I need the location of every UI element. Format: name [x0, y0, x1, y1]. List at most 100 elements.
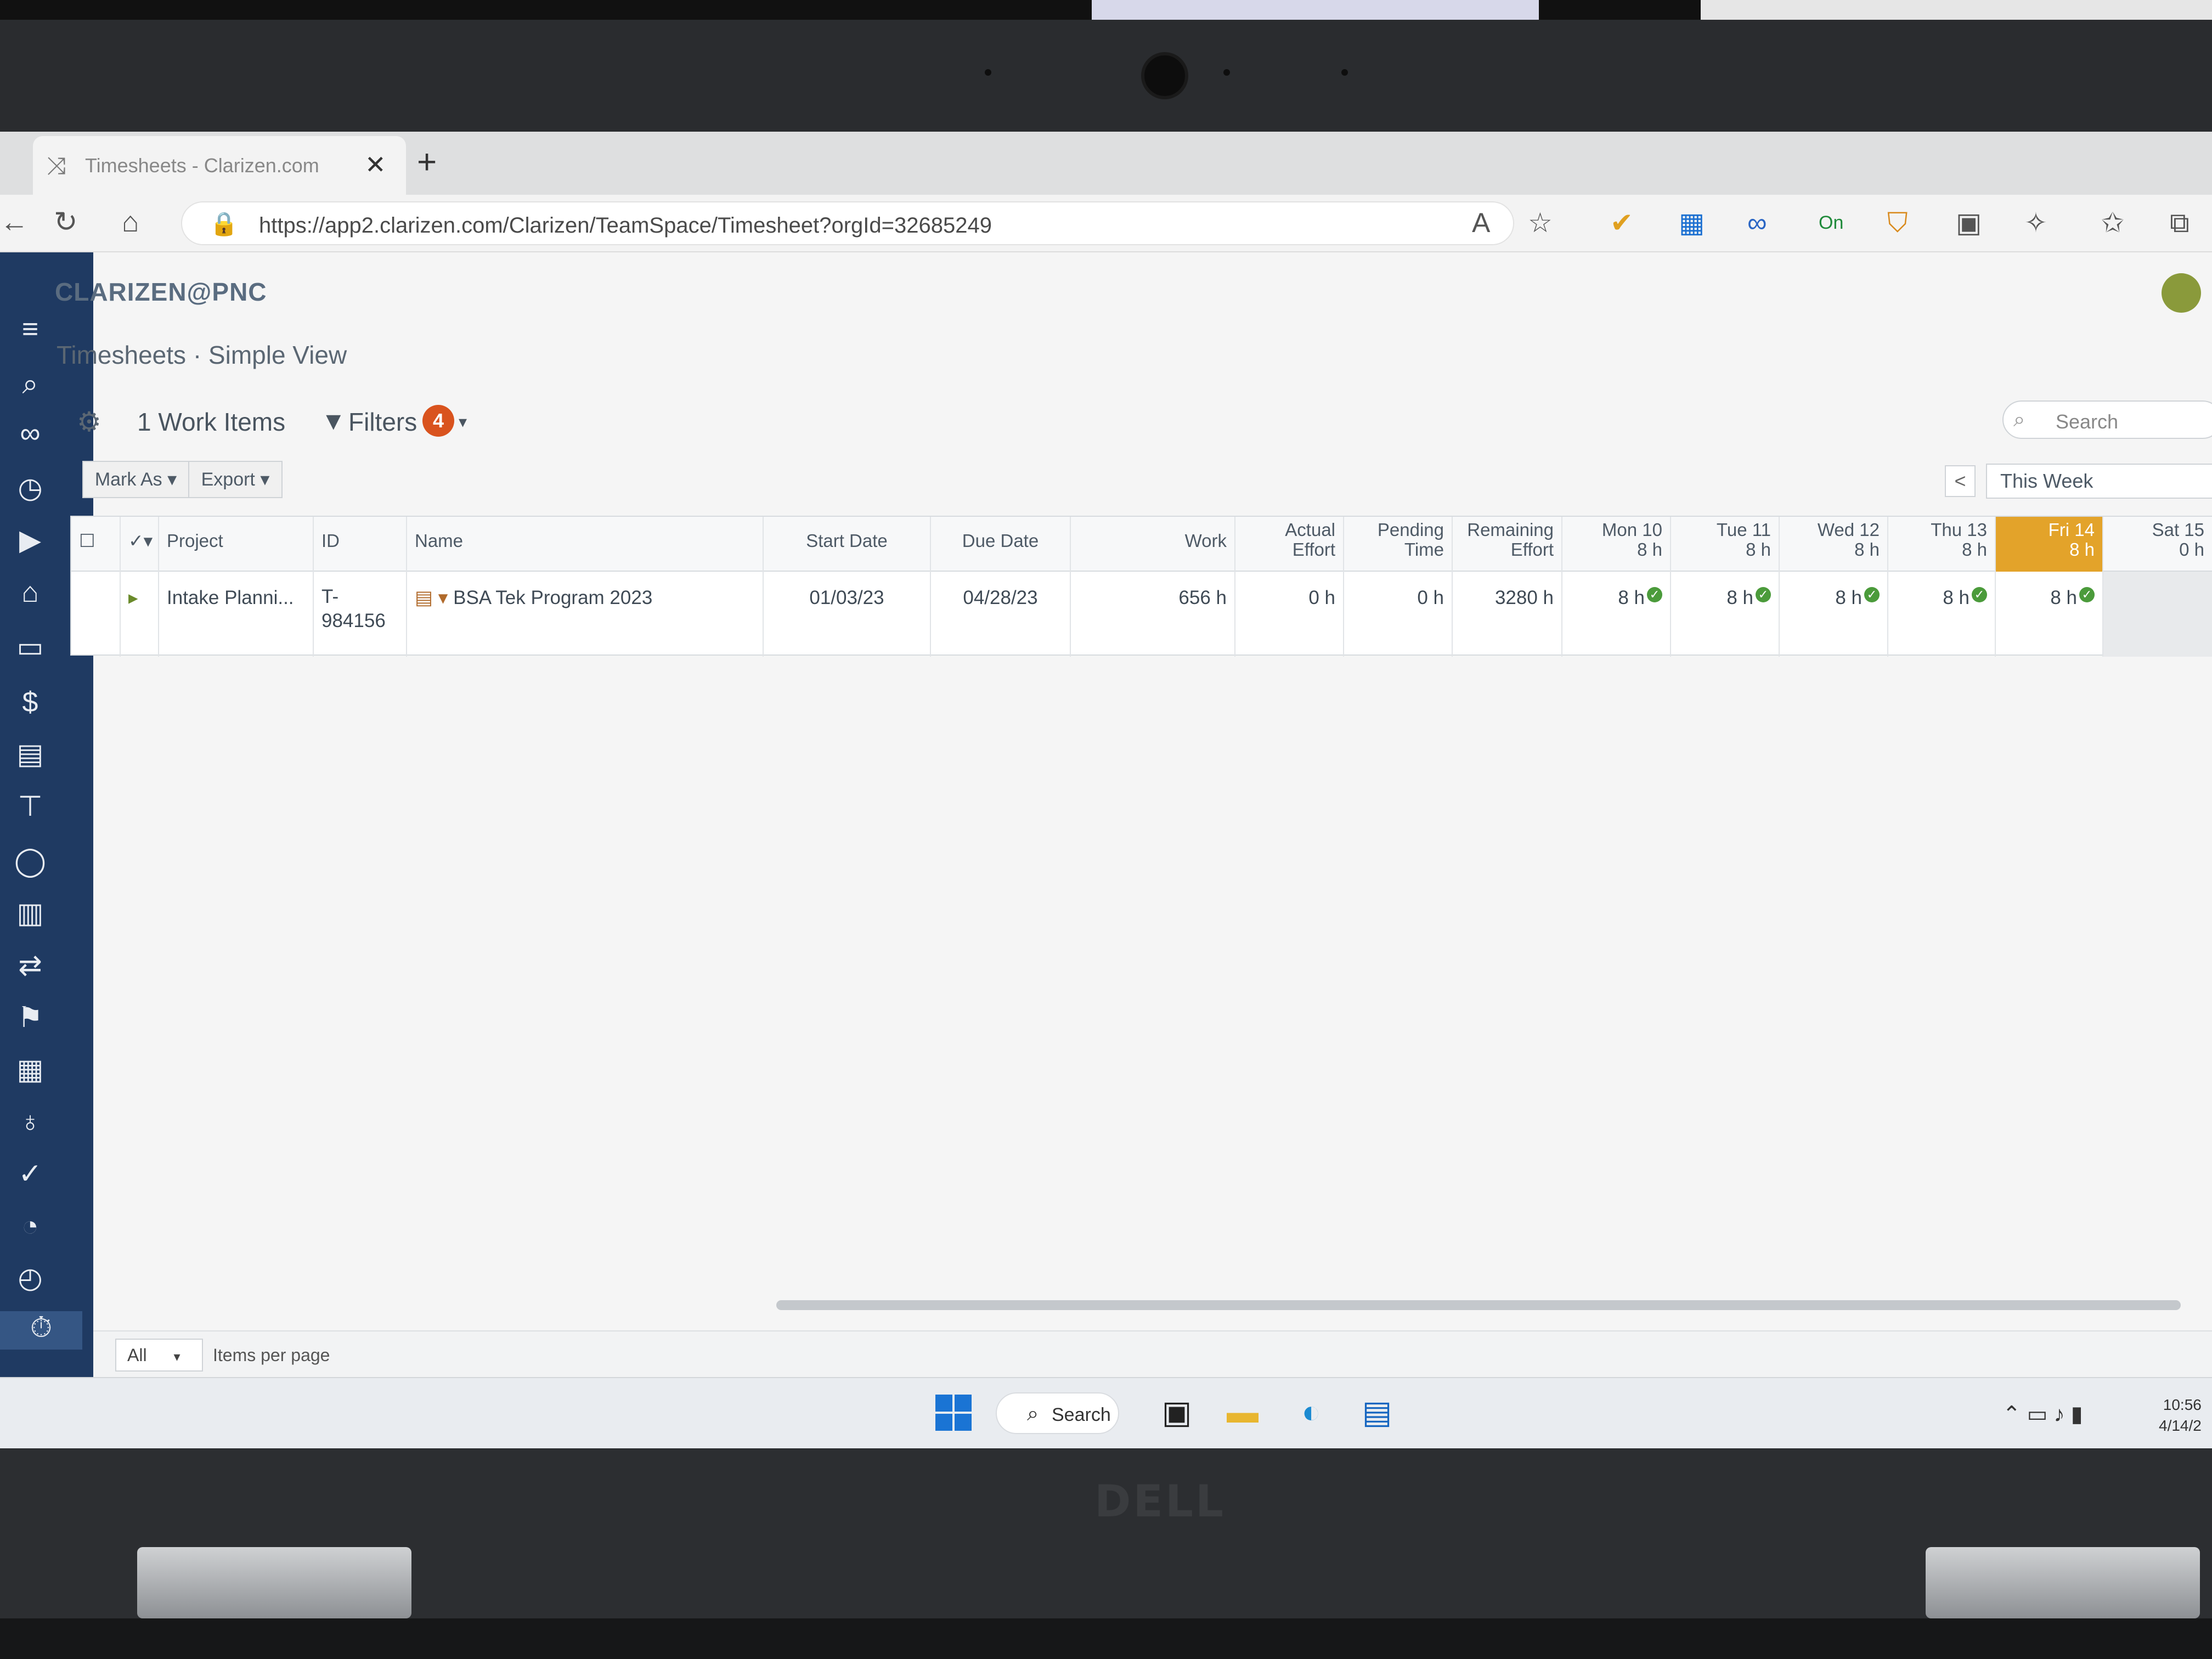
- briefcase-icon[interactable]: ▭: [11, 631, 49, 669]
- taskbar-search[interactable]: ⌕ Search: [996, 1392, 1119, 1434]
- grid-header: ☐ ✓▾ Project ID Name Start Date Due Date…: [71, 517, 2212, 572]
- cell-start-date[interactable]: 01/03/23: [764, 572, 931, 657]
- approve-icon[interactable]: ✓: [11, 1158, 49, 1196]
- column-header-sat[interactable]: Sat 15 0 h: [2103, 517, 2212, 572]
- column-header-due-date[interactable]: Due Date: [931, 517, 1071, 572]
- favorite-icon[interactable]: ☆: [1528, 207, 1553, 239]
- select-all-checkbox[interactable]: ☐: [71, 517, 121, 572]
- items-per-page-select[interactable]: All ▾: [115, 1339, 203, 1372]
- menu-icon[interactable]: ≡: [11, 313, 49, 351]
- column-header-actual-effort[interactable]: Actual Effort: [1235, 517, 1344, 572]
- column-header-name[interactable]: Name: [407, 517, 764, 572]
- chevron-down-icon[interactable]: ▾: [459, 413, 467, 432]
- play-icon[interactable]: ▶: [11, 524, 49, 562]
- export-button[interactable]: Export ▾: [188, 461, 283, 498]
- read-aloud-icon[interactable]: A: [1472, 207, 1490, 239]
- search-nav-icon[interactable]: ⌕: [11, 368, 49, 406]
- column-header-mon[interactable]: Mon 10 8 h: [1562, 517, 1671, 572]
- horizontal-scrollbar[interactable]: [776, 1300, 2181, 1310]
- file-explorer-icon[interactable]: ▬: [1223, 1393, 1262, 1432]
- favorites-list-icon[interactable]: ✩: [2101, 207, 2124, 239]
- on-extension-icon[interactable]: On: [1819, 212, 1843, 234]
- glasses-extension-icon[interactable]: ∞: [1747, 207, 1767, 239]
- cell-work[interactable]: 656 h: [1071, 572, 1235, 657]
- header-day-hours: 8 h: [2069, 539, 2095, 560]
- column-header-pending-time[interactable]: Pending Time: [1344, 517, 1453, 572]
- extensions-icon[interactable]: ✧: [2024, 207, 2047, 239]
- pie-chart-icon[interactable]: ◔: [11, 1210, 49, 1248]
- previous-week-button[interactable]: <: [1945, 465, 1976, 497]
- column-header-thu[interactable]: Thu 13 8 h: [1888, 517, 1996, 572]
- cell-id[interactable]: T- 984156: [314, 572, 407, 657]
- column-header-start-date[interactable]: Start Date: [764, 517, 931, 572]
- cell-fri[interactable]: 8 h ✓: [1996, 572, 2103, 657]
- cell-thu[interactable]: 8 h ✓: [1888, 572, 1996, 657]
- filter-icon[interactable]: ▼: [321, 406, 346, 436]
- column-header-remaining-effort[interactable]: Remaining Effort: [1453, 517, 1562, 572]
- collections-icon[interactable]: ⧉: [2170, 207, 2190, 239]
- column-header-wed[interactable]: Wed 12 8 h: [1780, 517, 1888, 572]
- lightbulb-icon[interactable]: ♁: [11, 1105, 49, 1144]
- browser-tab[interactable]: ⤨ Timesheets - Clarizen.com ✕: [33, 136, 406, 195]
- checkmark-extension-icon[interactable]: ✔: [1610, 207, 1633, 239]
- report-icon[interactable]: ▦: [11, 1053, 49, 1092]
- new-tab-button[interactable]: +: [417, 143, 437, 182]
- cell-actual-effort[interactable]: 0 h: [1235, 572, 1344, 657]
- edge-browser-icon[interactable]: ◐: [1292, 1393, 1330, 1432]
- column-header-work[interactable]: Work: [1071, 517, 1235, 572]
- windows-extension-icon[interactable]: ▦: [1679, 207, 1705, 239]
- flag-icon[interactable]: ⚑: [11, 1001, 49, 1040]
- cell-remaining-effort[interactable]: 3280 h: [1453, 572, 1562, 657]
- cell-name[interactable]: ▤ ▾ BSA Tek Program 2023: [407, 572, 764, 657]
- home-icon[interactable]: ⌂: [122, 206, 139, 239]
- portfolio-icon[interactable]: ▤: [11, 738, 49, 776]
- week-selector[interactable]: This Week: [1986, 464, 2212, 499]
- page-title-view-selector[interactable]: Timesheets · Simple View: [57, 340, 347, 370]
- close-tab-icon[interactable]: ✕: [365, 150, 386, 179]
- user-avatar[interactable]: [2162, 273, 2201, 313]
- column-header-project[interactable]: Project: [159, 517, 314, 572]
- task-view-icon[interactable]: ▣: [1158, 1393, 1196, 1432]
- mark-as-button[interactable]: Mark As ▾: [82, 461, 189, 498]
- outlook-icon[interactable]: ▤: [1358, 1393, 1396, 1432]
- wallet-extension-icon[interactable]: ▣: [1956, 207, 1982, 239]
- gear-icon[interactable]: ⚙: [77, 406, 101, 438]
- windows-start-icon[interactable]: [935, 1395, 972, 1431]
- cell-pending-time[interactable]: 0 h: [1344, 572, 1453, 657]
- timesheet-stopwatch-icon[interactable]: ⏱: [0, 1311, 82, 1350]
- filters-button[interactable]: Filters: [348, 407, 417, 437]
- grid-footer: [93, 1330, 2212, 1377]
- history-icon[interactable]: ◷: [11, 472, 49, 510]
- address-bar[interactable]: 🔒 https://app2.clarizen.com/Clarizen/Tea…: [181, 201, 1514, 245]
- dashboard-icon[interactable]: ◴: [11, 1262, 49, 1300]
- browser-toolbar: ← ↻ ⌂ 🔒 https://app2.clarizen.com/Clariz…: [0, 195, 2212, 252]
- grid-search-input[interactable]: ⌕ Search: [2002, 400, 2212, 439]
- column-header-tue[interactable]: Tue 11 8 h: [1671, 517, 1780, 572]
- column-header-fri-today[interactable]: Fri 14 8 h: [1996, 517, 2103, 572]
- cell-mon[interactable]: 8 h ✓: [1562, 572, 1671, 657]
- expand-row-icon[interactable]: ▸: [121, 572, 159, 657]
- link-icon[interactable]: ∞: [11, 417, 49, 455]
- swap-icon[interactable]: ⇄: [11, 949, 49, 988]
- taskbar-clock[interactable]: 10:56 4/14/2: [2159, 1395, 2202, 1436]
- cell-due-date[interactable]: 04/28/23: [931, 572, 1071, 657]
- system-tray-icons[interactable]: ⌃ ▭ ♪ ▮: [2002, 1402, 2083, 1427]
- bezel-sensor: [985, 69, 991, 76]
- hierarchy-icon[interactable]: ⊤: [11, 790, 49, 828]
- shield-extension-icon[interactable]: ⛉: [1887, 207, 1908, 239]
- approval-filter-icon[interactable]: ✓▾: [121, 517, 159, 572]
- chat-icon[interactable]: ◯: [11, 845, 49, 883]
- clipboard-icon[interactable]: ▥: [11, 897, 49, 935]
- laptop-base: [0, 1618, 2212, 1659]
- refresh-icon[interactable]: ↻: [54, 206, 78, 239]
- cell-sat[interactable]: [2103, 572, 2212, 657]
- home-nav-icon[interactable]: ⌂: [11, 576, 49, 614]
- hours-value: 8 h: [1943, 587, 1970, 608]
- row-selector[interactable]: [71, 572, 121, 657]
- cell-tue[interactable]: 8 h ✓: [1671, 572, 1780, 657]
- cell-project[interactable]: Intake Planni...: [159, 572, 314, 657]
- dollar-icon[interactable]: $: [11, 686, 49, 724]
- back-icon[interactable]: ←: [0, 206, 29, 239]
- cell-wed[interactable]: 8 h ✓: [1780, 572, 1888, 657]
- column-header-id[interactable]: ID: [314, 517, 407, 572]
